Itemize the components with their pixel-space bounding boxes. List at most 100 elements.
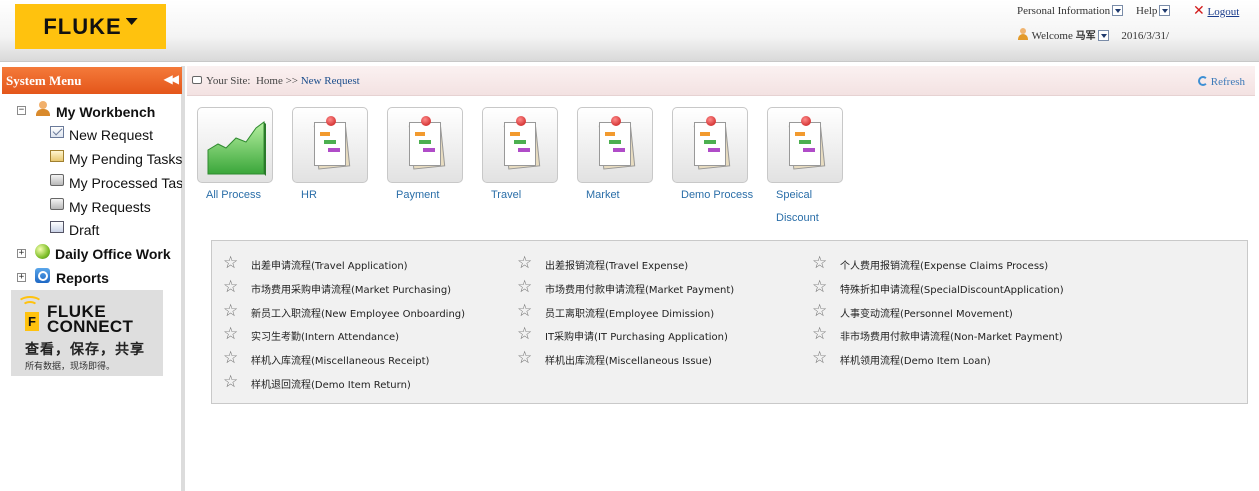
user-dropdown-icon[interactable] bbox=[1097, 30, 1109, 41]
area-chart-icon bbox=[207, 121, 266, 176]
favorite-star-icon[interactable]: ☆ bbox=[223, 326, 238, 343]
banner-subtext: 所有数据，现场即得。 bbox=[25, 362, 116, 372]
process-label[interactable]: 非市场费用付款申请流程(Non-Market Payment) bbox=[840, 328, 1063, 343]
process-label[interactable]: 样机退回流程(Demo Item Return) bbox=[251, 376, 411, 391]
tree-item-reports[interactable]: Reports bbox=[56, 270, 109, 286]
new-request-icon bbox=[50, 126, 64, 138]
tree-item-draft[interactable]: Draft bbox=[69, 222, 99, 238]
favorite-star-icon[interactable]: ☆ bbox=[223, 350, 238, 367]
tile-all-process[interactable] bbox=[197, 107, 273, 183]
tile-payment[interactable] bbox=[387, 107, 463, 183]
speech-bubble-icon bbox=[192, 76, 202, 84]
dropdown-arrow-icon[interactable] bbox=[1112, 5, 1124, 16]
daily-office-icon bbox=[35, 244, 50, 259]
personal-info-menu[interactable]: Personal Information bbox=[1017, 5, 1124, 17]
tile-label-special[interactable]: Speical bbox=[776, 184, 812, 207]
workbench-icon bbox=[35, 101, 51, 117]
breadcrumb-home[interactable]: Home >> bbox=[256, 75, 298, 87]
help-menu[interactable]: Help bbox=[1136, 5, 1171, 17]
tree-item-my-requests[interactable]: My Requests bbox=[69, 199, 151, 215]
process-label[interactable]: 特殊折扣申请流程(SpecialDiscountApplication) bbox=[840, 281, 1064, 296]
logout-link[interactable]: ✕ Logout bbox=[1193, 3, 1239, 19]
favorite-star-icon[interactable]: ☆ bbox=[223, 255, 238, 272]
process-label[interactable]: 样机出库流程(Miscellaneous Issue) bbox=[545, 352, 712, 367]
tile-hr[interactable] bbox=[292, 107, 368, 183]
favorite-star-icon[interactable]: ☆ bbox=[517, 326, 532, 343]
process-label[interactable]: 出差报销流程(Travel Expense) bbox=[545, 257, 688, 272]
logout-x-icon: ✕ bbox=[1193, 3, 1205, 19]
process-label[interactable]: 个人费用报销流程(Expense Claims Process) bbox=[840, 257, 1048, 272]
process-label[interactable]: 市场费用付款申请流程(Market Payment) bbox=[545, 281, 734, 296]
fluke-logo[interactable]: FLUKE bbox=[15, 4, 166, 49]
tile-demo-process[interactable] bbox=[672, 107, 748, 183]
wireless-icon bbox=[17, 296, 43, 312]
favorite-star-icon[interactable]: ☆ bbox=[223, 279, 238, 296]
process-list-panel: ☆ 出差申请流程(Travel Application) ☆ 出差报销流程(Trav… bbox=[211, 240, 1248, 404]
favorite-star-icon[interactable]: ☆ bbox=[517, 255, 532, 272]
processed-tasks-icon bbox=[50, 174, 64, 186]
tile-travel[interactable] bbox=[482, 107, 558, 183]
banner-connect: CONNECT bbox=[47, 317, 134, 336]
favorite-star-icon[interactable]: ☆ bbox=[812, 279, 827, 296]
favorite-star-icon[interactable]: ☆ bbox=[517, 303, 532, 320]
breadcrumb: Your Site: Home >> New Request bbox=[206, 75, 360, 87]
refresh-label: Refresh bbox=[1210, 76, 1245, 88]
favorite-star-icon[interactable]: ☆ bbox=[223, 374, 238, 391]
collapse-toggle-icon[interactable]: − bbox=[17, 106, 26, 115]
tree-item-daily-office-work[interactable]: Daily Office Work bbox=[55, 246, 171, 262]
tile-special-discount[interactable] bbox=[767, 107, 843, 183]
tile-label-discount[interactable]: Discount bbox=[776, 207, 819, 230]
process-label[interactable]: 新员工入职流程(New Employee Onboarding) bbox=[251, 305, 465, 320]
expand-toggle-icon[interactable]: + bbox=[17, 273, 26, 282]
tile-label-all-process[interactable]: All Process bbox=[206, 184, 261, 207]
tree-item-new-request[interactable]: New Request bbox=[69, 127, 153, 143]
favorite-star-icon[interactable]: ☆ bbox=[223, 303, 238, 320]
reports-icon bbox=[35, 268, 50, 283]
refresh-icon bbox=[1197, 76, 1208, 86]
process-label[interactable]: 样机入库流程(Miscellaneous Receipt) bbox=[251, 352, 429, 367]
tree-item-my-pending-tasks[interactable]: My Pending Tasks bbox=[69, 151, 182, 167]
process-label[interactable]: 市场费用采购申请流程(Market Purchasing) bbox=[251, 281, 451, 296]
document-pin-icon bbox=[597, 116, 636, 172]
document-pin-icon bbox=[692, 116, 731, 172]
welcome-area: Welcome 马军 2016/3/31/ bbox=[1017, 27, 1169, 42]
tile-label-travel[interactable]: Travel bbox=[491, 184, 521, 207]
breadcrumb-current: New Request bbox=[300, 75, 360, 87]
favorite-star-icon[interactable]: ☆ bbox=[517, 279, 532, 296]
favorite-star-icon[interactable]: ☆ bbox=[812, 255, 827, 272]
favorite-star-icon[interactable]: ☆ bbox=[812, 350, 827, 367]
header: FLUKE Personal Information Help ✕ Logout… bbox=[0, 0, 1259, 62]
process-label[interactable]: 员工离职流程(Employee Dimission) bbox=[545, 305, 714, 320]
process-label[interactable]: 出差申请流程(Travel Application) bbox=[251, 257, 408, 272]
collapse-sidebar-icon[interactable]: ◀◀ bbox=[164, 72, 180, 86]
tile-label-payment[interactable]: Payment bbox=[396, 184, 439, 207]
current-date: 2016/3/31/ bbox=[1121, 30, 1169, 42]
tile-market[interactable] bbox=[577, 107, 653, 183]
process-label[interactable]: 人事变动流程(Personnel Movement) bbox=[840, 305, 1013, 320]
draft-icon bbox=[50, 221, 64, 233]
logo-text: FLUKE bbox=[43, 14, 138, 40]
tree-item-my-processed-tasks[interactable]: My Processed Tasks bbox=[69, 175, 182, 191]
my-requests-icon bbox=[50, 198, 64, 210]
tile-label-hr[interactable]: HR bbox=[301, 184, 317, 207]
logo-mark-icon bbox=[125, 18, 138, 25]
dropdown-arrow-icon[interactable] bbox=[1159, 5, 1171, 16]
document-pin-icon bbox=[502, 116, 541, 172]
favorite-star-icon[interactable]: ☆ bbox=[812, 303, 827, 320]
tile-label-market[interactable]: Market bbox=[586, 184, 620, 207]
fluke-connect-banner[interactable]: F FLUKE CONNECT 查看，保存，共享 所有数据，现场即得。 bbox=[11, 290, 163, 376]
tree-item-my-workbench[interactable]: My Workbench bbox=[56, 104, 155, 120]
help-label: Help bbox=[1136, 5, 1158, 17]
process-label[interactable]: 实习生考勤(Intern Attendance) bbox=[251, 328, 399, 343]
favorite-star-icon[interactable]: ☆ bbox=[812, 326, 827, 343]
favorite-star-icon[interactable]: ☆ bbox=[517, 350, 532, 367]
sidebar: System Menu ◀◀ − My Workbench New Reques… bbox=[0, 66, 185, 491]
tile-label-demo-process[interactable]: Demo Process bbox=[681, 184, 753, 207]
logout-label[interactable]: Logout bbox=[1207, 6, 1239, 18]
system-menu-header: System Menu ◀◀ bbox=[2, 67, 182, 94]
fluke-f-badge: F bbox=[25, 312, 39, 331]
process-label[interactable]: 样机领用流程(Demo Item Loan) bbox=[840, 352, 991, 367]
refresh-button[interactable]: Refresh bbox=[1197, 76, 1245, 88]
process-label[interactable]: IT采购申请(IT Purchasing Application) bbox=[545, 328, 728, 343]
expand-toggle-icon[interactable]: + bbox=[17, 249, 26, 258]
